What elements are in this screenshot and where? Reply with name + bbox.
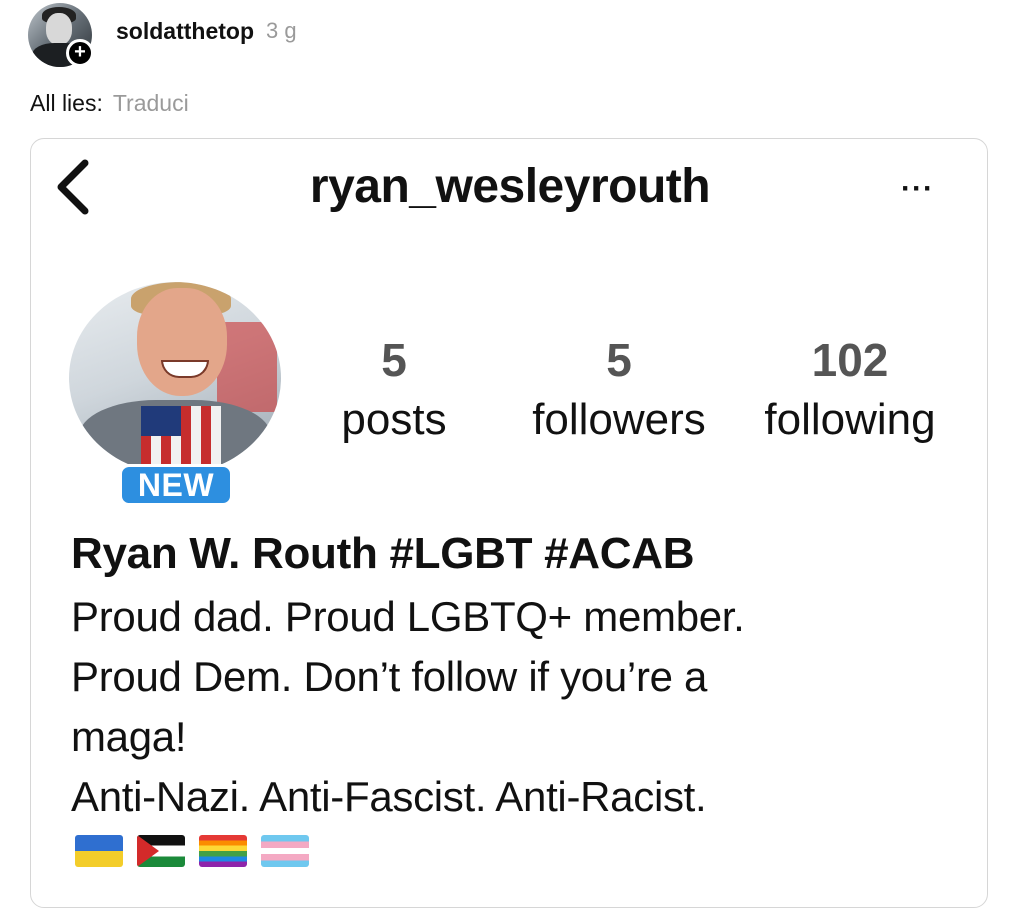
post-header: + soldatthetop 3 g [28,0,297,70]
ukraine-flag-icon [75,835,123,867]
bio-line: Anti-Nazi. Anti-Fascist. Anti-Racist. [71,773,707,820]
rainbow-flag-icon [199,835,247,867]
following-label: following [764,395,936,444]
posts-label: posts [341,395,447,444]
following-count: 102 [811,334,889,386]
profile-bio: Proud dad. Proud LGBTQ+ member. Proud De… [71,587,745,827]
stat-followers: 5 followers [507,334,731,446]
profile-display-name: Ryan W. Routh #LGBT #ACAB [71,529,695,578]
stat-following: 102 following [739,334,961,446]
translate-link[interactable]: Traduci [113,90,189,116]
post-username[interactable]: soldatthetop [116,18,254,45]
stat-posts: 5 posts [319,334,469,446]
transgender-flag-icon [261,835,309,867]
follow-plus-icon[interactable]: + [66,39,94,67]
more-options-icon: ··· [901,172,934,205]
followers-count: 5 [606,334,632,386]
post-author-avatar[interactable]: + [28,3,94,67]
embedded-profile-screenshot[interactable]: ryan_wesleyrouth ··· NEW 5 posts 5 follo… [30,138,988,908]
profile-handle: ryan_wesleyrouth [309,160,711,213]
bio-line: Proud Dem. Don’t follow if you’re a [71,653,708,700]
post-caption: All lies: Traduci [30,90,189,117]
bio-line: maga! [71,713,187,760]
flag-emoji-row [75,835,309,867]
followers-label: followers [532,395,706,444]
caption-text: All lies: [30,90,103,116]
profile-picture [69,282,281,474]
palestine-flag-icon [137,835,185,867]
posts-count: 5 [381,334,407,386]
bio-line: Proud dad. Proud LGBTQ+ member. [71,593,745,640]
post-timestamp: 3 g [266,18,297,43]
new-badge: NEW [119,464,233,506]
